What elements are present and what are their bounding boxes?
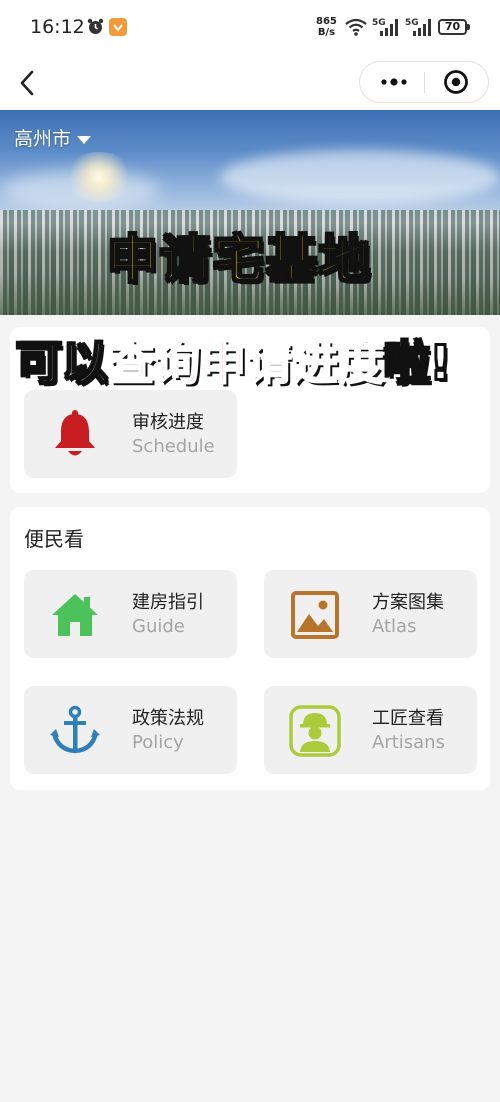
caption-suffix: 啦! — [383, 335, 452, 391]
tile-title: 方案图集 — [372, 592, 444, 613]
banner-sun — [64, 152, 134, 202]
tile-subtitle: Artisans — [372, 732, 445, 753]
tile-subtitle: Policy — [132, 732, 184, 753]
picture-icon — [291, 591, 339, 639]
tile-policy[interactable]: 政策法规 Policy — [24, 686, 237, 774]
tile-subtitle: Schedule — [132, 436, 215, 457]
wifi-icon — [345, 18, 367, 36]
tile-title: 建房指引 — [132, 592, 204, 613]
section-title: 便民看 — [24, 527, 84, 551]
status-bar: 16:12 865 B/s 5G 5G 70 — [0, 0, 500, 56]
more-dots-icon[interactable] — [376, 62, 416, 102]
target-circle-icon[interactable] — [442, 68, 470, 96]
city-name: 高州市 — [14, 128, 72, 150]
navigation-bar — [0, 56, 500, 110]
tile-title: 政策法规 — [132, 708, 204, 729]
caption-highlight: 查询申请进度 — [107, 335, 385, 391]
cell-signal-icon: 5G — [372, 18, 398, 36]
banner-cloud — [220, 150, 500, 205]
tile-subtitle: Guide — [132, 616, 185, 637]
network-speed: 865 B/s — [316, 16, 337, 38]
alarm-clock-icon — [87, 18, 104, 34]
overlay-caption-subtitle: 可以查询申请进度啦! — [15, 330, 452, 396]
tile-guide[interactable]: 建房指引 Guide — [24, 570, 237, 658]
app-notification-icon — [109, 18, 127, 36]
city-selector[interactable]: 高州市 — [14, 124, 92, 151]
mini-program-capsule — [359, 61, 489, 103]
tile-atlas[interactable]: 方案图集 Atlas — [264, 570, 477, 658]
overlay-caption-title: 申请宅基地 — [106, 230, 373, 291]
network-speed-value: 865 — [316, 16, 337, 27]
bell-icon — [55, 410, 95, 456]
network-type-label: 5G — [372, 18, 386, 28]
network-type-label: 5G — [405, 18, 419, 28]
worker-icon — [289, 705, 341, 757]
tile-artisans[interactable]: 工匠查看 Artisans — [264, 686, 477, 774]
services-card: 便民看 建房指引 Guide 方案图集 Atlas 政策法规 Policy 工匠… — [10, 507, 490, 790]
anchor-icon — [50, 705, 100, 754]
tile-schedule[interactable]: 审核进度 Schedule — [24, 390, 237, 478]
capsule-divider — [424, 72, 425, 93]
house-icon — [52, 594, 98, 636]
tile-title: 工匠查看 — [372, 708, 444, 729]
tile-subtitle: Atlas — [372, 616, 417, 637]
caption-prefix: 可以 — [15, 335, 109, 391]
cell-signal-icon: 5G — [405, 18, 431, 36]
status-time: 16:12 — [30, 16, 85, 38]
battery-indicator: 70 — [438, 19, 470, 35]
network-speed-unit: B/s — [317, 27, 336, 38]
chevron-left-icon[interactable] — [16, 68, 40, 98]
tile-title: 审核进度 — [132, 412, 204, 433]
caret-down-icon — [77, 135, 92, 144]
